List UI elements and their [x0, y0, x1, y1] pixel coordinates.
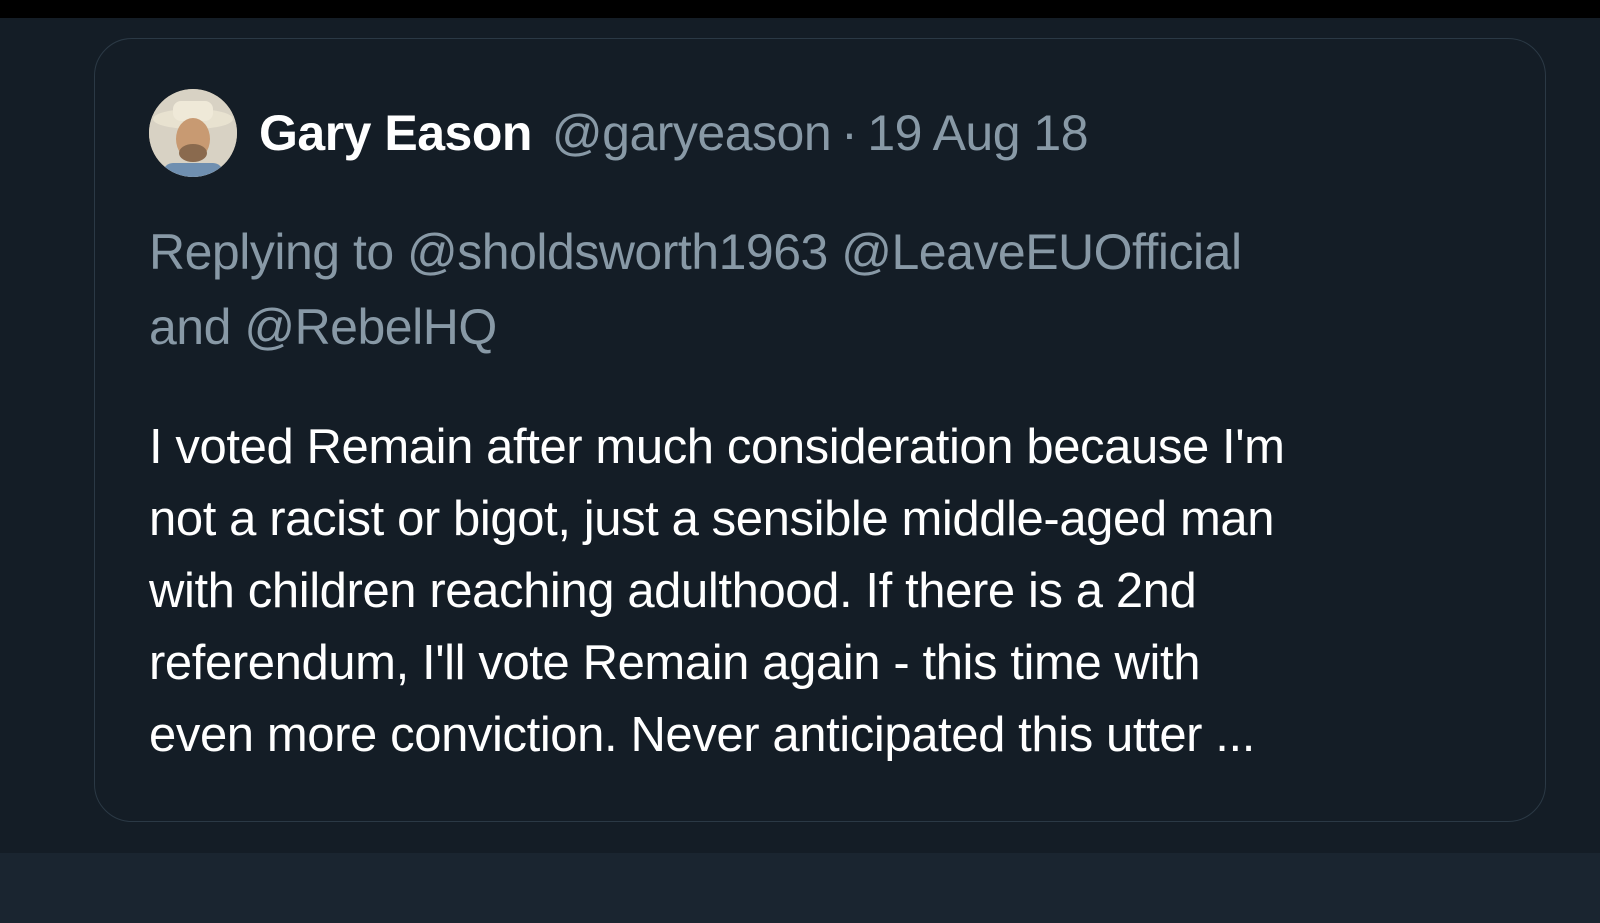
tweet-body: I voted Remain after much consideration … [149, 411, 1509, 771]
tweet-text-line: with children reaching adulthood. If the… [149, 564, 1197, 618]
replying-to-line-2[interactable]: and @RebelHQ [149, 290, 1509, 365]
replying-to-line-1[interactable]: Replying to @sholdsworth1963 @LeaveEUOff… [149, 215, 1509, 290]
quoted-tweet-card[interactable]: Gary Eason @garyeason · 19 Aug 18 Replyi… [94, 38, 1546, 822]
author-name[interactable]: Gary Eason [259, 104, 532, 162]
replying-to: Replying to @sholdsworth1963 @LeaveEUOff… [149, 215, 1509, 365]
tweet-text-line: even more conviction. Never anticipated … [149, 708, 1255, 762]
screen-background: Gary Eason @garyeason · 19 Aug 18 Replyi… [0, 18, 1600, 923]
author-handle[interactable]: @garyeason [552, 104, 832, 162]
tweet-text-line: I voted Remain after much consideration … [149, 420, 1285, 474]
meta-separator: · [841, 105, 858, 161]
bottom-bar [0, 853, 1600, 923]
tweet-text-line: referendum, I'll vote Remain again - thi… [149, 636, 1201, 690]
tweet-header: Gary Eason @garyeason · 19 Aug 18 [149, 87, 1089, 179]
tweet-text-line: not a racist or bigot, just a sensible m… [149, 492, 1275, 546]
avatar[interactable] [149, 89, 237, 177]
tweet-date[interactable]: 19 Aug 18 [867, 104, 1088, 162]
avatar-portrait-icon [149, 89, 237, 177]
